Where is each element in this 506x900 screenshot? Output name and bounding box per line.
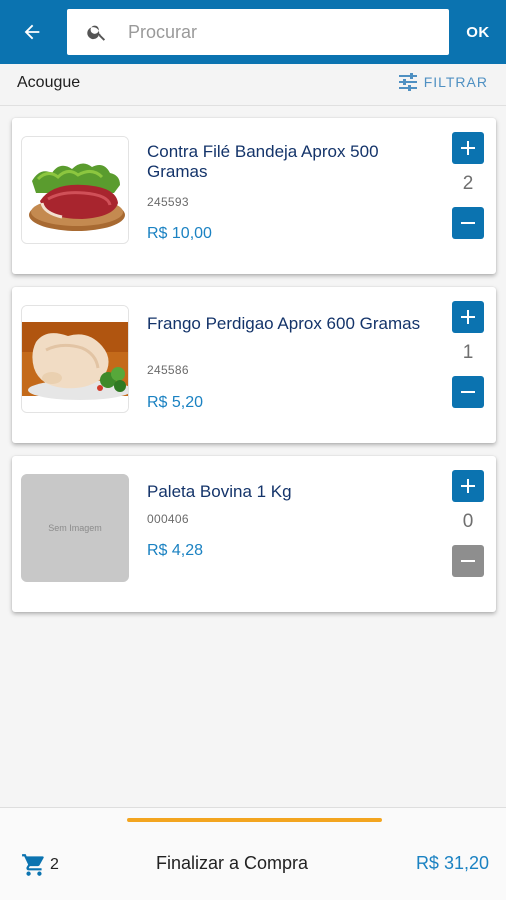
increase-quantity-button[interactable] (452, 132, 484, 164)
progress-indicator (127, 818, 382, 822)
product-card[interactable]: Sem Imagem Paleta Bovina 1 Kg 000406 R$ … (12, 456, 496, 612)
sliders-icon (398, 73, 417, 91)
product-card[interactable]: Contra Filé Bandeja Aprox 500 Gramas 245… (12, 118, 496, 274)
search-input[interactable] (128, 21, 428, 43)
product-name[interactable]: Contra Filé Bandeja Aprox 500 Gramas (147, 142, 427, 182)
plus-icon (461, 310, 475, 324)
plus-icon (461, 141, 475, 155)
product-code: 245593 (147, 195, 189, 209)
quantity-value: 0 (462, 511, 474, 532)
product-image-placeholder: Sem Imagem (21, 474, 129, 582)
product-code: 245586 (147, 363, 189, 377)
back-button[interactable] (14, 14, 50, 50)
minus-icon (461, 560, 475, 562)
top-app-bar: OK (0, 0, 506, 64)
ok-button[interactable]: OK (450, 14, 506, 50)
cart-count: 2 (50, 856, 59, 873)
checkout-bar: 2 Finalizar a Compra R$ 31,20 (0, 807, 506, 900)
product-image-beef (21, 136, 129, 244)
product-price: R$ 5,20 (147, 394, 204, 411)
category-title: Acougue (17, 74, 81, 91)
finalize-purchase-button[interactable]: Finalizar a Compra (156, 853, 308, 874)
decrease-quantity-button[interactable] (452, 376, 484, 408)
search-box (67, 9, 449, 55)
decrease-quantity-button[interactable] (452, 545, 484, 577)
increase-quantity-button[interactable] (452, 470, 484, 502)
magnify-icon (84, 19, 110, 45)
product-name[interactable]: Frango Perdigao Aprox 600 Gramas (147, 314, 427, 334)
category-bar: Acougue FILTRAR (0, 64, 506, 106)
arrow-left-icon (24, 24, 40, 40)
product-name[interactable]: Paleta Bovina 1 Kg (147, 482, 427, 502)
quantity-value: 2 (462, 173, 474, 194)
increase-quantity-button[interactable] (452, 301, 484, 333)
product-price: R$ 4,28 (147, 542, 204, 559)
cart-icon (22, 854, 44, 876)
minus-icon (461, 391, 475, 393)
filter-label: FILTRAR (423, 74, 488, 90)
product-card[interactable]: Frango Perdigao Aprox 600 Gramas 245586 … (12, 287, 496, 443)
product-code: 000406 (147, 512, 189, 526)
product-price: R$ 10,00 (147, 225, 212, 242)
decrease-quantity-button[interactable] (452, 207, 484, 239)
product-image-chicken (21, 305, 129, 413)
minus-icon (461, 222, 475, 224)
order-total: R$ 31,20 (415, 853, 489, 873)
no-image-text: Sem Imagem (48, 523, 102, 533)
plus-icon (461, 479, 475, 493)
quantity-value: 1 (462, 342, 474, 363)
cart-button[interactable]: 2 (20, 852, 59, 878)
filter-button[interactable]: FILTRAR (398, 73, 488, 91)
